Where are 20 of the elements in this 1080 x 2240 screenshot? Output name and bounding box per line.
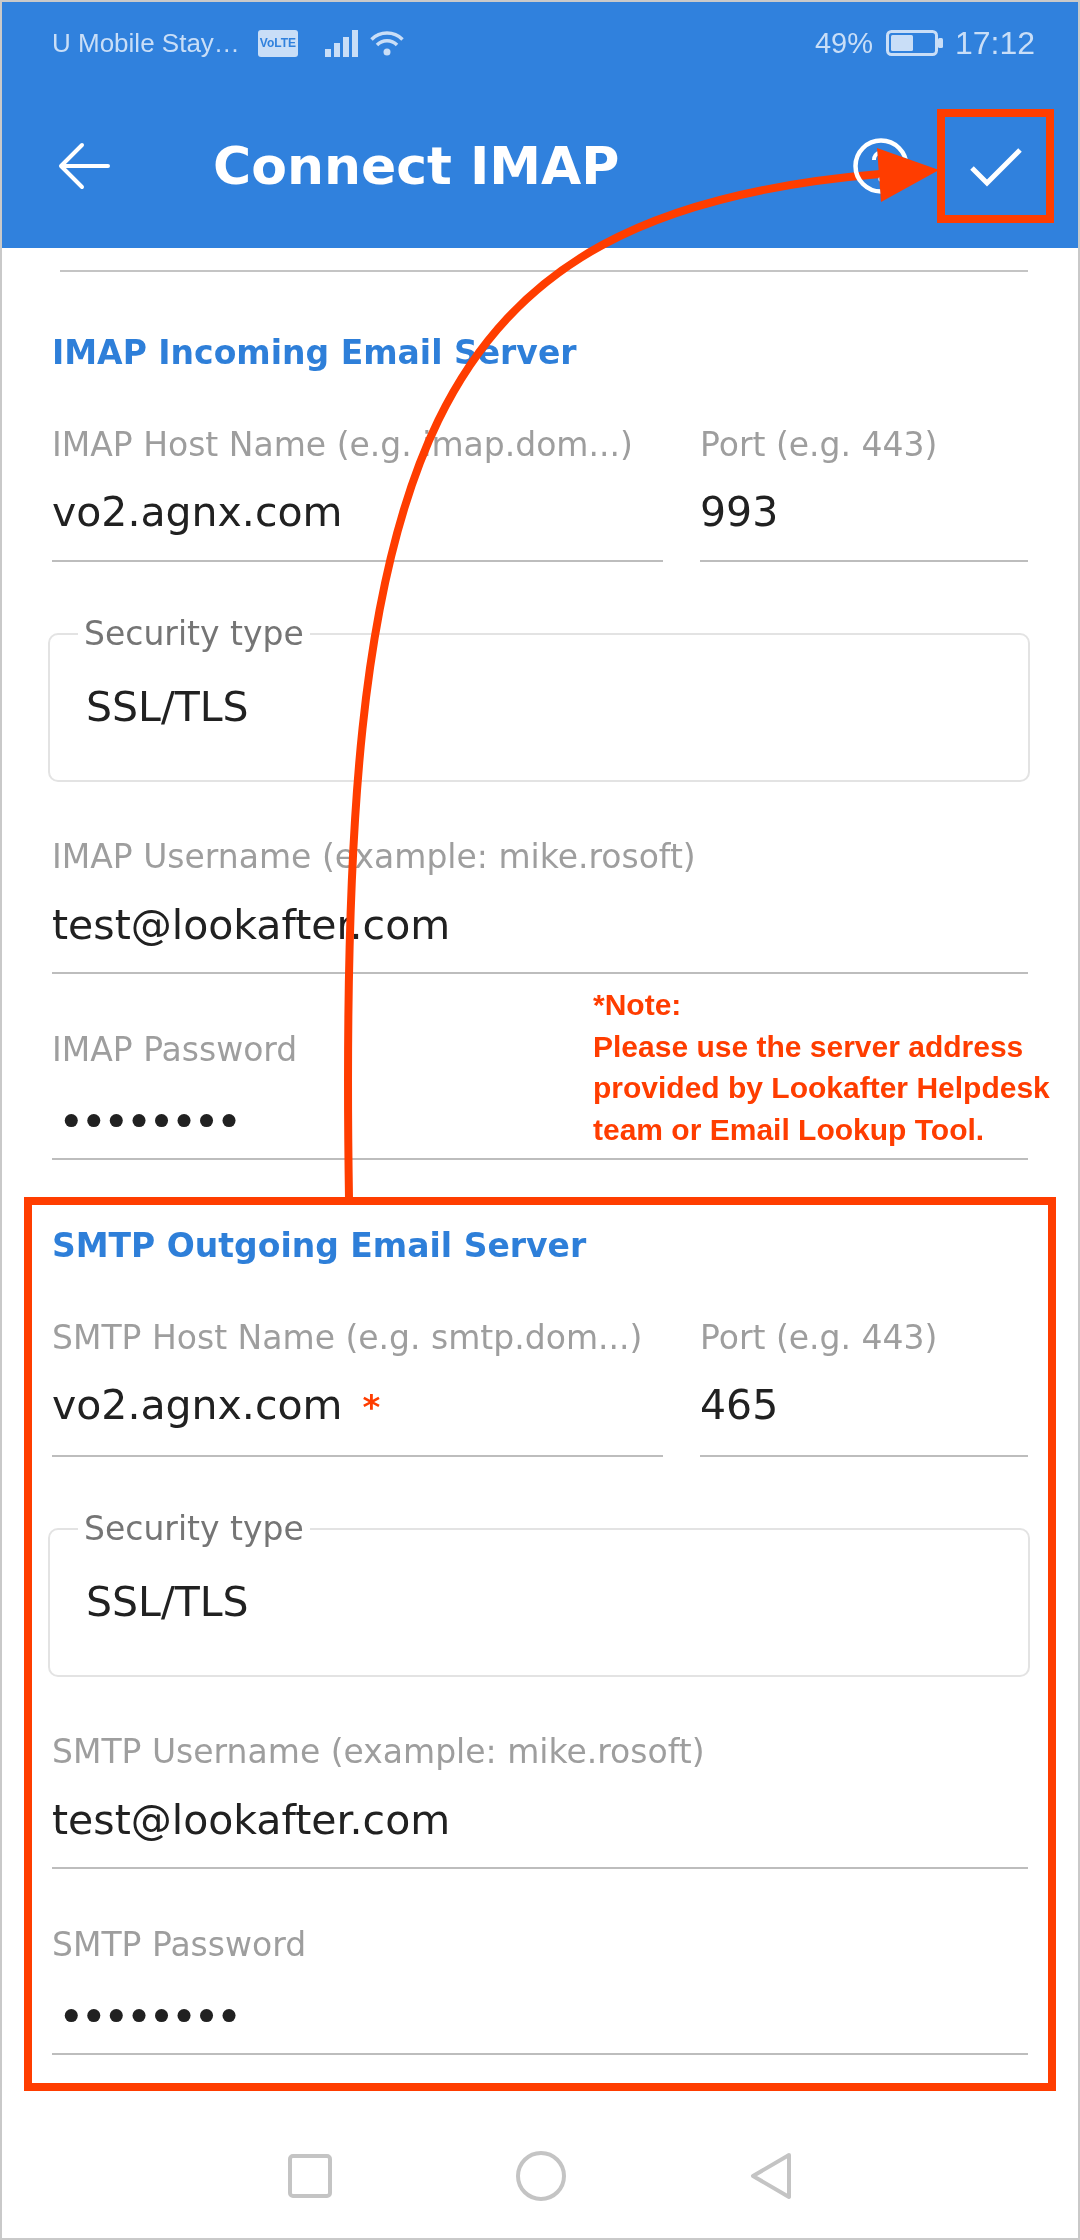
host-name-field[interactable]: SMTP Host Name (e.g. smtp.dom...) vo2.agnx.com * bbox=[52, 1318, 663, 1457]
section-title: SMTP Outgoing Email Server bbox=[52, 1225, 588, 1267]
status-time: 17:12 bbox=[954, 24, 1035, 62]
note-text: *Note: Please use the server address provided by Lookafter Helpdesk team or Email Lookup Tool. bbox=[593, 987, 1050, 1148]
volte-badge: VoLTE bbox=[257, 29, 299, 57]
carrier-name: U Mobile Stay… bbox=[52, 27, 240, 59]
port-field[interactable]: Port (e.g. 443) 993 bbox=[700, 425, 1028, 562]
battery-icon bbox=[885, 30, 943, 56]
port-field[interactable]: Port (e.g. 443) 465 bbox=[700, 1318, 1028, 1457]
back-arrow-icon[interactable] bbox=[57, 142, 110, 190]
required-asterisk: * bbox=[362, 1387, 381, 1427]
battery-percent: 49% bbox=[814, 26, 873, 60]
password-field[interactable]: SMTP Password •••••••• bbox=[52, 1925, 532, 2053]
screen-title: Connect IMAP bbox=[213, 135, 620, 198]
signal-icon bbox=[325, 29, 359, 57]
username-field[interactable]: SMTP Username (example: mike.rosoft) test@lookafter.com bbox=[52, 1732, 1028, 1869]
check-icon bbox=[968, 145, 1023, 187]
wifi-icon bbox=[369, 29, 406, 57]
password-field[interactable]: IMAP Password •••••••• bbox=[52, 1030, 532, 1158]
confirm-button[interactable] bbox=[937, 109, 1054, 223]
